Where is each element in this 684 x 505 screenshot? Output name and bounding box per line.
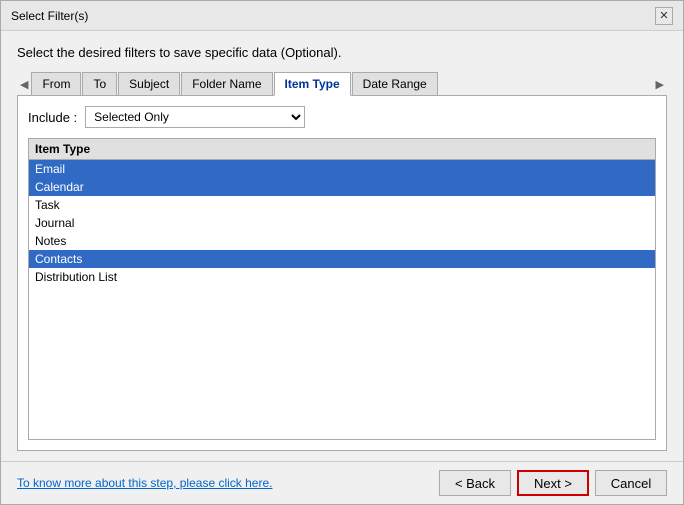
title-bar: Select Filter(s) ✕ (1, 1, 683, 31)
list-item[interactable]: Journal (29, 214, 655, 232)
list-item[interactable]: Calendar (29, 178, 655, 196)
close-button[interactable]: ✕ (655, 7, 673, 25)
tab-folder-name[interactable]: Folder Name (181, 72, 272, 96)
list-item[interactable]: Distribution List (29, 268, 655, 286)
tab-to[interactable]: To (82, 72, 117, 96)
cancel-button[interactable]: Cancel (595, 470, 667, 496)
tab-from[interactable]: From (31, 72, 81, 96)
tab-scroll-right-icon[interactable]: ▶ (653, 78, 667, 91)
tab-content: Include : Selected Only All Items Item T… (17, 95, 667, 451)
back-button[interactable]: < Back (439, 470, 511, 496)
tab-bar-container: ◀ From To Subject Folder Name Item Type … (17, 72, 667, 96)
footer-buttons: < Back Next > Cancel (439, 470, 667, 496)
list-item[interactable]: Notes (29, 232, 655, 250)
list-item[interactable]: Task (29, 196, 655, 214)
list-item[interactable]: Email (29, 160, 655, 178)
instruction-text: Select the desired filters to save speci… (17, 45, 667, 60)
include-select[interactable]: Selected Only All Items (85, 106, 305, 128)
list-item[interactable]: Contacts (29, 250, 655, 268)
dialog-title: Select Filter(s) (11, 9, 88, 23)
dialog-footer: To know more about this step, please cli… (1, 461, 683, 504)
tab-subject[interactable]: Subject (118, 72, 180, 96)
tab-bar: From To Subject Folder Name Item Type Da… (31, 72, 652, 96)
next-button[interactable]: Next > (517, 470, 589, 496)
list-header: Item Type (29, 139, 655, 160)
include-label: Include : (28, 110, 77, 125)
item-type-list: Item Type Email Calendar Task Journal No… (28, 138, 656, 440)
select-filters-dialog: Select Filter(s) ✕ Select the desired fi… (0, 0, 684, 505)
help-link[interactable]: To know more about this step, please cli… (17, 476, 272, 490)
include-row: Include : Selected Only All Items (28, 106, 656, 128)
tab-item-type[interactable]: Item Type (274, 72, 351, 96)
dialog-body: Select the desired filters to save speci… (1, 31, 683, 461)
tab-scroll-left-icon[interactable]: ◀ (17, 78, 31, 91)
tab-date-range[interactable]: Date Range (352, 72, 438, 96)
